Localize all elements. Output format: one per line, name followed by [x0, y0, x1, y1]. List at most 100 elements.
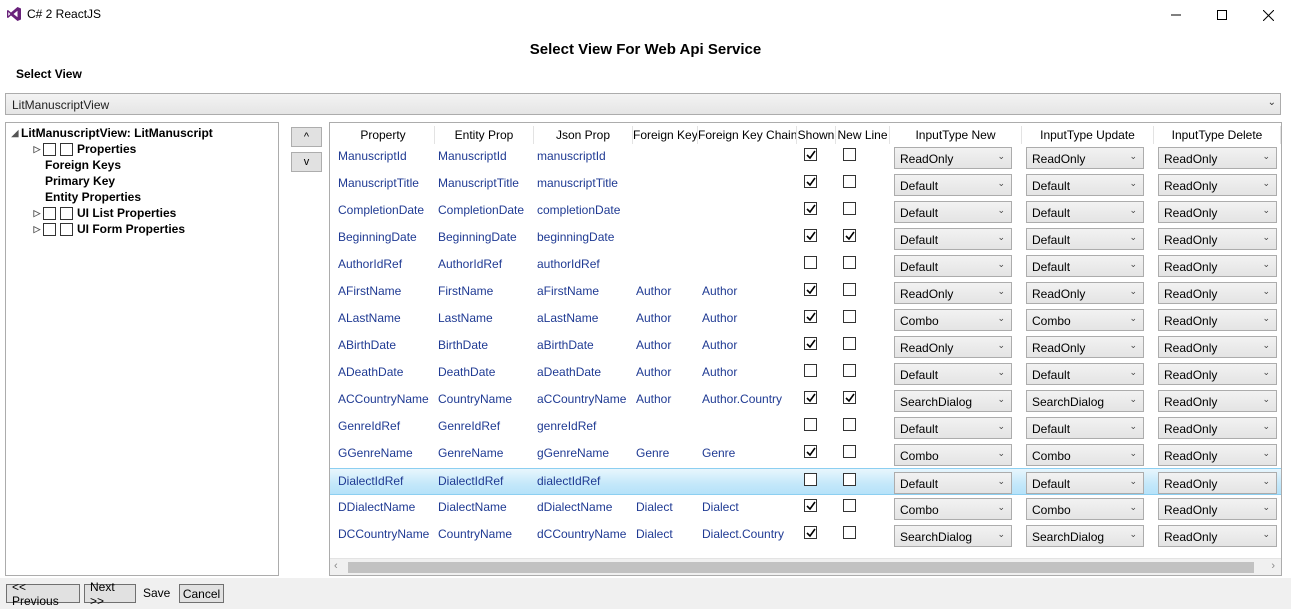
collapse-triangle-icon[interactable]: ▷ [31, 208, 43, 219]
new-line-checkbox[interactable] [843, 283, 856, 296]
table-row[interactable]: CompletionDate CompletionDate completionDa… [330, 198, 1281, 225]
inputtype-delete-select[interactable]: ReadOnly ⌄ [1158, 255, 1277, 277]
column-header-entity-prop[interactable]: Entity Prop [435, 126, 534, 144]
collapse-triangle-icon[interactable]: ▷ [31, 144, 43, 155]
move-down-button[interactable]: v [291, 152, 322, 172]
shown-checkbox[interactable] [804, 175, 817, 188]
inputtype-update-select[interactable]: ReadOnly ⌄ [1026, 147, 1144, 169]
tree-item-foreign-keys[interactable]: Foreign Keys [45, 157, 121, 173]
shown-checkbox[interactable] [804, 364, 817, 377]
collapse-triangle-icon[interactable]: ▷ [31, 224, 43, 235]
inputtype-delete-select[interactable]: ReadOnly ⌄ [1158, 147, 1277, 169]
inputtype-new-select[interactable]: SearchDialog ⌄ [894, 525, 1012, 547]
table-row[interactable]: ManuscriptId ManuscriptId manuscriptId Read… [330, 144, 1281, 171]
inputtype-update-select[interactable]: ReadOnly ⌄ [1026, 336, 1144, 358]
shown-checkbox[interactable] [804, 337, 817, 350]
table-row[interactable]: BeginningDate BeginningDate beginningDate D… [330, 225, 1281, 252]
column-header-json-prop[interactable]: Json Prop [534, 126, 633, 144]
table-row[interactable]: DialectIdRef DialectIdRef dialectIdRef Defa… [330, 468, 1281, 495]
shown-checkbox[interactable] [804, 310, 817, 323]
shown-checkbox[interactable] [804, 256, 817, 269]
maximize-button[interactable] [1199, 0, 1245, 30]
scroll-left-icon[interactable]: ‹ [334, 560, 338, 572]
new-line-checkbox[interactable] [843, 256, 856, 269]
inputtype-update-select[interactable]: Combo ⌄ [1026, 444, 1144, 466]
tree-item-properties[interactable]: ▷ Properties [31, 141, 137, 157]
new-line-checkbox[interactable] [843, 445, 856, 458]
view-tree[interactable]: ◢ LitManuscriptView: LitManuscript ▷ Pro… [5, 122, 279, 576]
shown-checkbox[interactable] [804, 202, 817, 215]
table-row[interactable]: ManuscriptTitle ManuscriptTitle manuscript… [330, 171, 1281, 198]
shown-checkbox[interactable] [804, 499, 817, 512]
inputtype-delete-select[interactable]: ReadOnly ⌄ [1158, 336, 1277, 358]
new-line-checkbox[interactable] [843, 391, 856, 404]
shown-checkbox[interactable] [804, 148, 817, 161]
new-line-checkbox[interactable] [843, 229, 856, 242]
table-row[interactable]: ABirthDate BirthDate aBirthDate Author Autho… [330, 333, 1281, 360]
inputtype-delete-select[interactable]: ReadOnly ⌄ [1158, 472, 1277, 494]
inputtype-delete-select[interactable]: ReadOnly ⌄ [1158, 417, 1277, 439]
shown-checkbox[interactable] [804, 526, 817, 539]
shown-checkbox[interactable] [804, 391, 817, 404]
new-line-checkbox[interactable] [843, 473, 856, 486]
inputtype-new-select[interactable]: Default ⌄ [894, 228, 1012, 250]
inputtype-update-select[interactable]: Default ⌄ [1026, 228, 1144, 250]
inputtype-new-select[interactable]: Default ⌄ [894, 417, 1012, 439]
inputtype-update-select[interactable]: Default ⌄ [1026, 417, 1144, 439]
inputtype-delete-select[interactable]: ReadOnly ⌄ [1158, 444, 1277, 466]
tree-item-primary-key[interactable]: Primary Key [45, 173, 115, 189]
inputtype-new-select[interactable]: SearchDialog ⌄ [894, 390, 1012, 412]
inputtype-update-select[interactable]: Default ⌄ [1026, 174, 1144, 196]
column-header-inputtype-delete[interactable]: InputType Delete [1154, 126, 1281, 144]
new-line-checkbox[interactable] [843, 310, 856, 323]
new-line-checkbox[interactable] [843, 175, 856, 188]
new-line-checkbox[interactable] [843, 526, 856, 539]
scroll-right-icon[interactable]: › [1271, 560, 1275, 572]
tree-checkbox[interactable] [60, 142, 73, 156]
tree-checkbox[interactable] [43, 142, 56, 156]
table-row[interactable]: GGenreName GenreName gGenreName Genre Genre C… [330, 441, 1281, 468]
expand-triangle-icon[interactable]: ◢ [9, 128, 21, 139]
inputtype-delete-select[interactable]: ReadOnly ⌄ [1158, 174, 1277, 196]
tree-item-ui-list-properties[interactable]: ▷ UI List Properties [31, 205, 177, 221]
shown-checkbox[interactable] [804, 283, 817, 296]
inputtype-update-select[interactable]: Default ⌄ [1026, 363, 1144, 385]
inputtype-new-select[interactable]: Combo ⌄ [894, 444, 1012, 466]
table-row[interactable]: DDialectName DialectName dDialectName Diale… [330, 495, 1281, 522]
tree-item-ui-form-properties[interactable]: ▷ UI Form Properties [31, 221, 186, 237]
inputtype-update-select[interactable]: Default ⌄ [1026, 472, 1144, 494]
view-select[interactable]: LitManuscriptView ⌄ [5, 93, 1281, 115]
inputtype-delete-select[interactable]: ReadOnly ⌄ [1158, 390, 1277, 412]
scrollbar-thumb[interactable] [348, 562, 1254, 573]
table-row[interactable]: ALastName LastName aLastName Author Author Co… [330, 306, 1281, 333]
inputtype-new-select[interactable]: Default ⌄ [894, 472, 1012, 494]
inputtype-update-select[interactable]: Default ⌄ [1026, 201, 1144, 223]
shown-checkbox[interactable] [804, 445, 817, 458]
table-row[interactable]: AFirstName FirstName aFirstName Author Autho… [330, 279, 1281, 306]
tree-root[interactable]: ◢ LitManuscriptView: LitManuscript [9, 125, 213, 141]
inputtype-delete-select[interactable]: ReadOnly ⌄ [1158, 309, 1277, 331]
inputtype-update-select[interactable]: SearchDialog ⌄ [1026, 525, 1144, 547]
inputtype-delete-select[interactable]: ReadOnly ⌄ [1158, 498, 1277, 520]
inputtype-update-select[interactable]: ReadOnly ⌄ [1026, 282, 1144, 304]
column-header-inputtype-new[interactable]: InputType New [890, 126, 1022, 144]
inputtype-new-select[interactable]: ReadOnly ⌄ [894, 147, 1012, 169]
inputtype-new-select[interactable]: Combo ⌄ [894, 309, 1012, 331]
horizontal-scrollbar[interactable]: ‹ › [330, 558, 1281, 575]
new-line-checkbox[interactable] [843, 148, 856, 161]
inputtype-update-select[interactable]: Combo ⌄ [1026, 309, 1144, 331]
shown-checkbox[interactable] [804, 473, 817, 486]
column-header-inputtype-update[interactable]: InputType Update [1022, 126, 1154, 144]
inputtype-delete-select[interactable]: ReadOnly ⌄ [1158, 363, 1277, 385]
table-row[interactable]: AuthorIdRef AuthorIdRef authorIdRef Default… [330, 252, 1281, 279]
new-line-checkbox[interactable] [843, 202, 856, 215]
column-header-shown[interactable]: Shown [797, 126, 836, 144]
table-row[interactable]: GenreIdRef GenreIdRef genreIdRef Default ⌄ De… [330, 414, 1281, 441]
column-header-new-line[interactable]: New Line [836, 126, 890, 144]
close-button[interactable] [1245, 0, 1291, 30]
tree-checkbox[interactable] [43, 206, 56, 220]
inputtype-new-select[interactable]: Default ⌄ [894, 201, 1012, 223]
tree-item-entity-properties[interactable]: Entity Properties [45, 189, 141, 205]
new-line-checkbox[interactable] [843, 418, 856, 431]
inputtype-delete-select[interactable]: ReadOnly ⌄ [1158, 228, 1277, 250]
